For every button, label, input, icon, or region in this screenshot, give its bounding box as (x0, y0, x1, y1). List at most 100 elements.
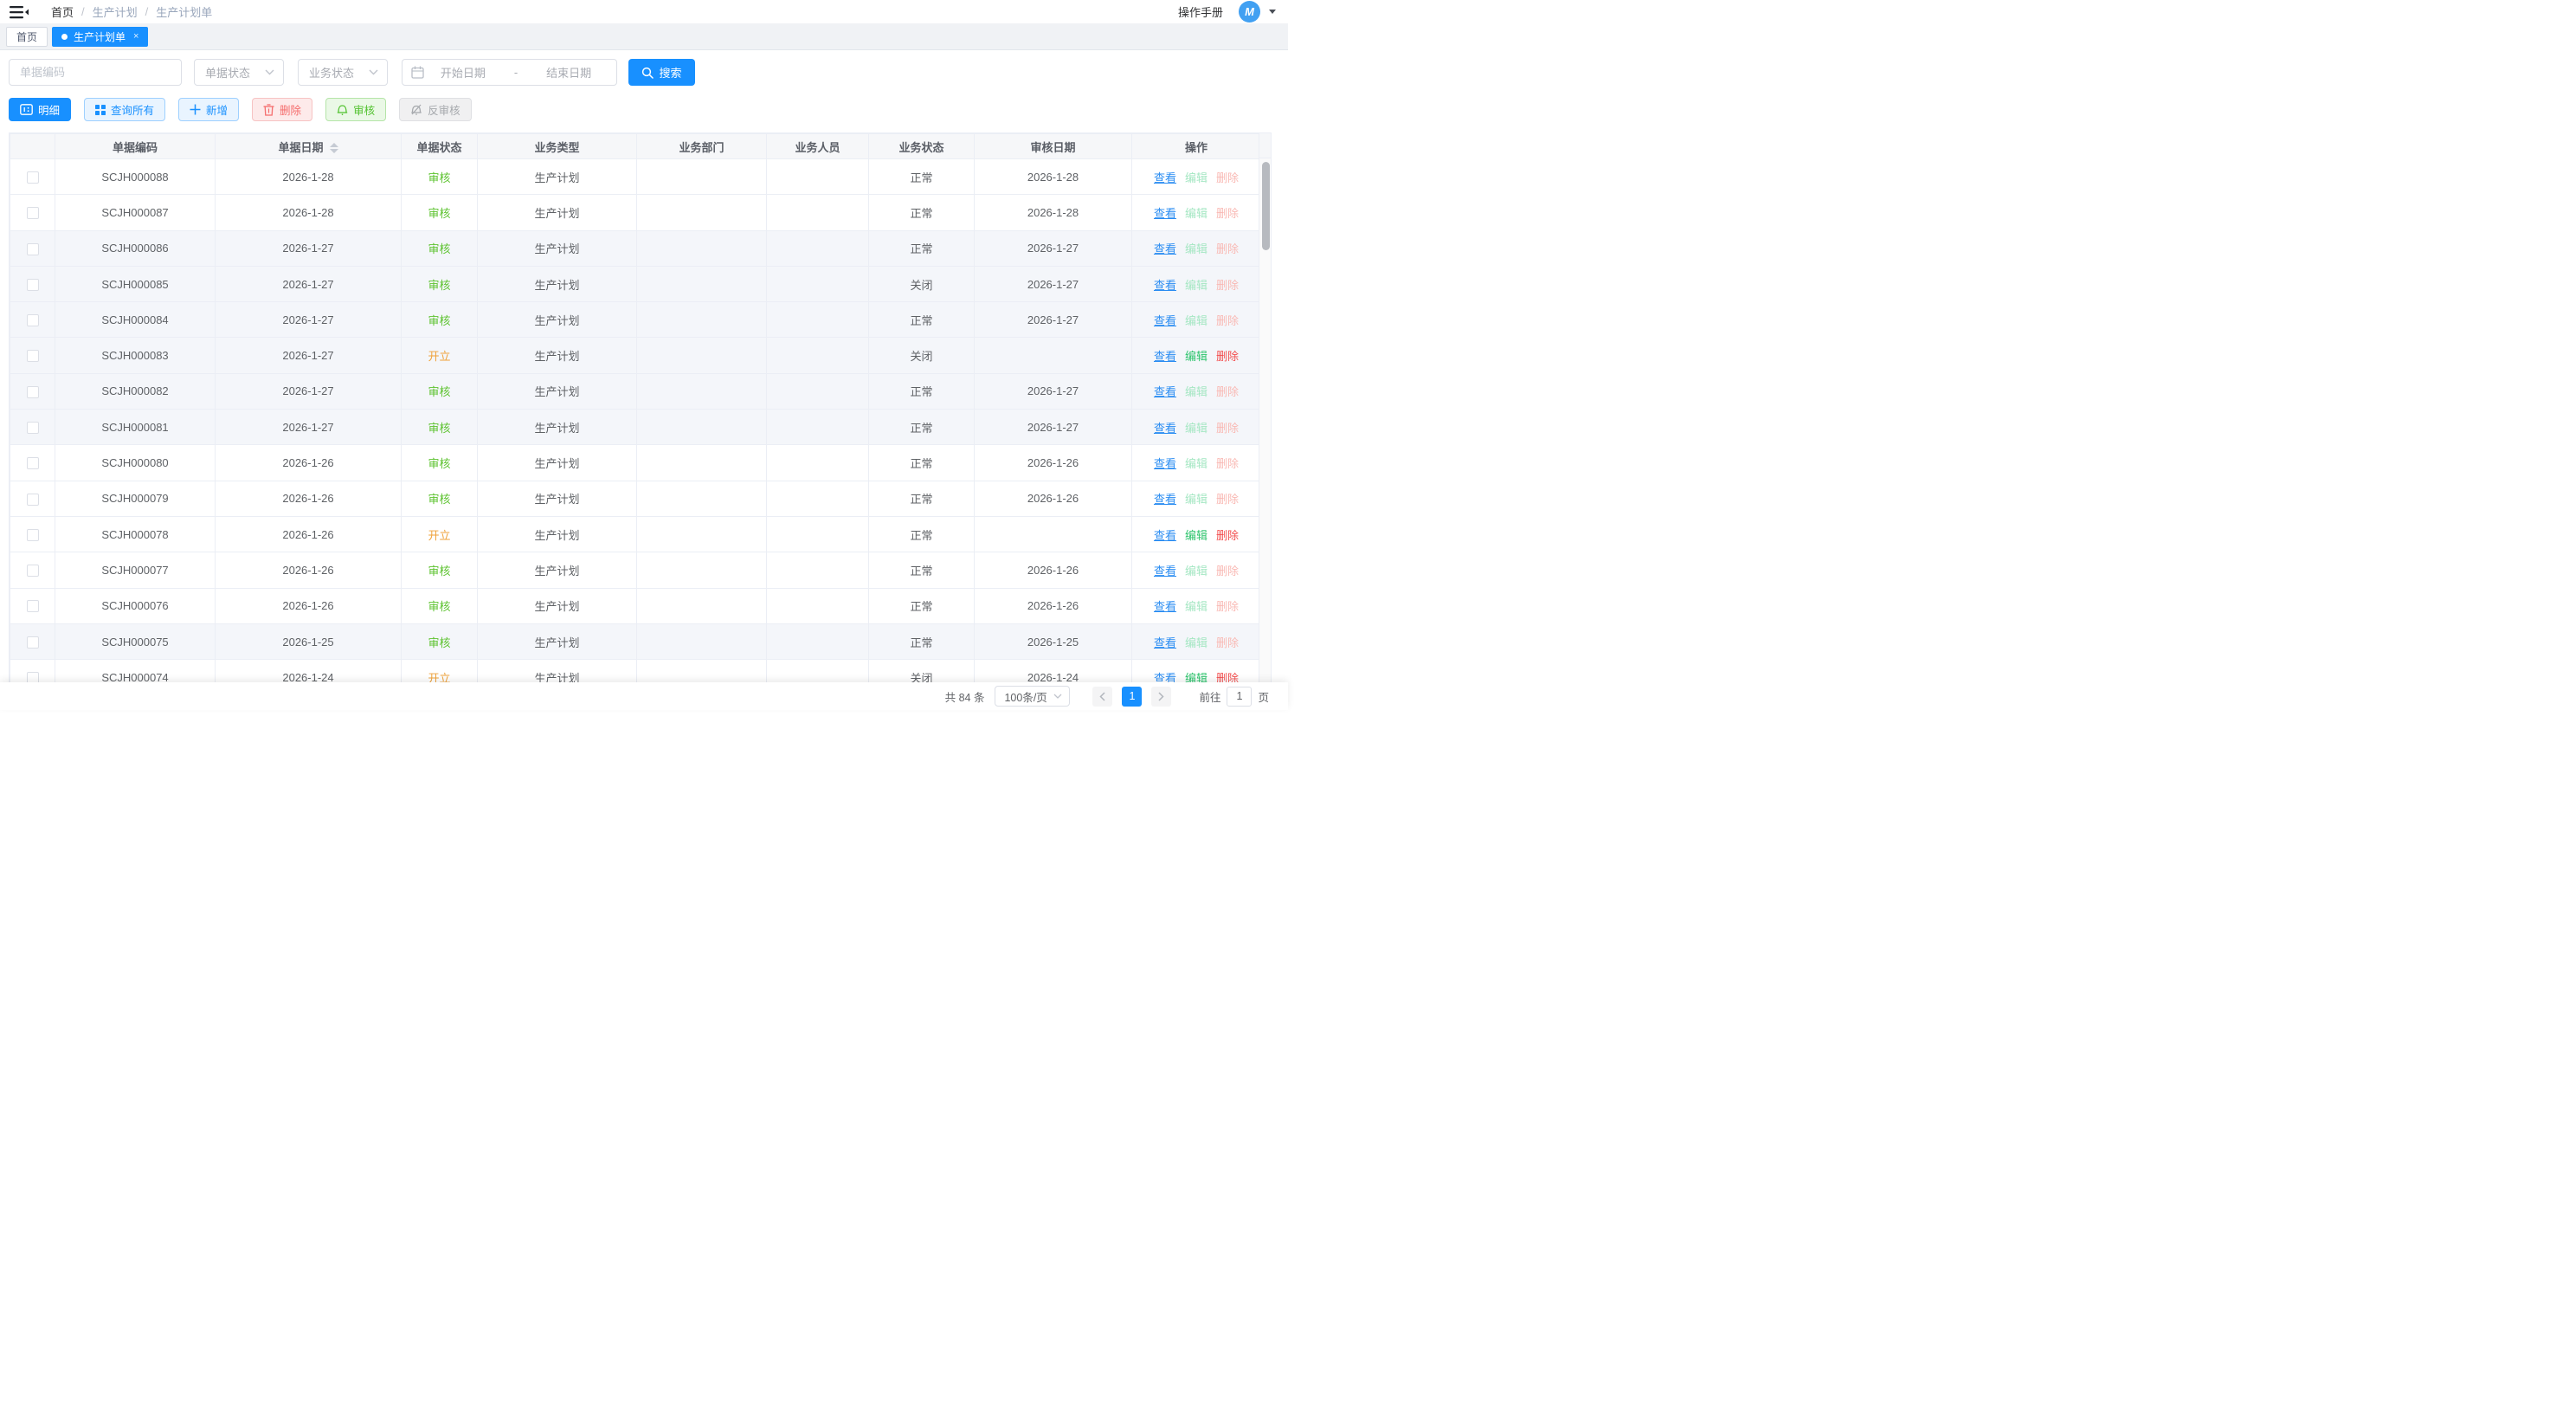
doc-date-cell: 2026-1-27 (216, 302, 402, 338)
view-link[interactable]: 查看 (1154, 242, 1176, 255)
view-link[interactable]: 查看 (1154, 565, 1176, 578)
view-link[interactable]: 查看 (1154, 457, 1176, 470)
delete-link[interactable]: 删除 (1216, 207, 1239, 220)
edit-link[interactable]: 编辑 (1185, 350, 1208, 363)
calendar-icon (411, 66, 424, 79)
detail-icon (20, 104, 33, 115)
delete-link[interactable]: 删除 (1216, 242, 1239, 255)
detail-button[interactable]: 明细 (9, 98, 71, 121)
audit-button[interactable]: 审核 (325, 98, 386, 121)
user-menu-caret-icon[interactable] (1269, 10, 1276, 14)
row-checkbox[interactable] (27, 422, 39, 434)
delete-button[interactable]: 删除 (252, 98, 312, 121)
doc-status-cell: 审核 (402, 302, 478, 338)
delete-link[interactable]: 删除 (1216, 457, 1239, 470)
edit-link[interactable]: 编辑 (1185, 171, 1208, 184)
sort-icon[interactable] (330, 143, 338, 153)
view-link[interactable]: 查看 (1154, 207, 1176, 220)
edit-link[interactable]: 编辑 (1185, 493, 1208, 506)
tab-production-plan-order[interactable]: 生产计划单 × (52, 27, 148, 47)
breadcrumb-production-plan[interactable]: 生产计划 (93, 3, 138, 20)
row-checkbox[interactable] (27, 565, 39, 577)
edit-link[interactable]: 编辑 (1185, 600, 1208, 613)
edit-link[interactable]: 编辑 (1185, 279, 1208, 292)
edit-link[interactable]: 编辑 (1185, 422, 1208, 435)
edit-link[interactable]: 编辑 (1185, 314, 1208, 327)
view-link[interactable]: 查看 (1154, 385, 1176, 398)
delete-link[interactable]: 删除 (1216, 493, 1239, 506)
view-link[interactable]: 查看 (1154, 600, 1176, 613)
date-start-placeholder[interactable]: 开始日期 (424, 64, 502, 81)
view-link[interactable]: 查看 (1154, 636, 1176, 649)
doc-date-cell: 2026-1-26 (216, 588, 402, 623)
delete-link[interactable]: 删除 (1216, 565, 1239, 578)
date-range-picker[interactable]: 开始日期 - 结束日期 (402, 59, 617, 86)
edit-link[interactable]: 编辑 (1185, 457, 1208, 470)
row-checkbox[interactable] (27, 529, 39, 541)
delete-link[interactable]: 删除 (1216, 385, 1239, 398)
row-checkbox[interactable] (27, 243, 39, 255)
view-link[interactable]: 查看 (1154, 350, 1176, 363)
breadcrumb-home[interactable]: 首页 (51, 3, 74, 20)
view-link[interactable]: 查看 (1154, 279, 1176, 292)
audit-date-cell (975, 516, 1132, 552)
delete-link[interactable]: 删除 (1216, 171, 1239, 184)
row-checkbox[interactable] (27, 494, 39, 506)
delete-link[interactable]: 删除 (1216, 279, 1239, 292)
row-checkbox[interactable] (27, 600, 39, 612)
query-all-button[interactable]: 查询所有 (84, 98, 165, 121)
search-button[interactable]: 搜索 (628, 59, 695, 86)
row-checkbox[interactable] (27, 314, 39, 326)
tab-home[interactable]: 首页 (6, 27, 48, 47)
table-row: SCJH0000792026-1-26审核生产计划正常2026-1-26查看编辑… (10, 481, 1261, 516)
edit-link[interactable]: 编辑 (1185, 385, 1208, 398)
view-link[interactable]: 查看 (1154, 529, 1176, 542)
biz-status-select[interactable]: 业务状态 (298, 59, 388, 86)
next-page-button[interactable] (1151, 687, 1171, 707)
row-checkbox[interactable] (27, 171, 39, 184)
doc-date-cell: 2026-1-26 (216, 552, 402, 588)
page-number-1[interactable]: 1 (1122, 687, 1142, 707)
scrollbar-thumb[interactable] (1262, 162, 1270, 250)
delete-link[interactable]: 删除 (1216, 422, 1239, 435)
operations-cell: 查看编辑删除 (1132, 338, 1261, 373)
tab-close-icon[interactable]: × (133, 31, 138, 42)
edit-link[interactable]: 编辑 (1185, 529, 1208, 542)
col-doc-date[interactable]: 单据日期 (216, 134, 402, 159)
row-checkbox[interactable] (27, 636, 39, 649)
operations-cell: 查看编辑删除 (1132, 373, 1261, 409)
prev-page-button[interactable] (1092, 687, 1112, 707)
operations-cell: 查看编辑删除 (1132, 516, 1261, 552)
delete-link[interactable]: 删除 (1216, 314, 1239, 327)
row-checkbox[interactable] (27, 279, 39, 291)
grid-icon (95, 105, 106, 115)
manual-link[interactable]: 操作手册 (1178, 3, 1223, 20)
row-checkbox[interactable] (27, 457, 39, 469)
add-button[interactable]: 新增 (178, 98, 239, 121)
delete-link[interactable]: 删除 (1216, 600, 1239, 613)
doc-status-select[interactable]: 单据状态 (194, 59, 284, 86)
delete-link[interactable]: 删除 (1216, 529, 1239, 542)
menu-fold-icon[interactable] (10, 5, 29, 19)
edit-link[interactable]: 编辑 (1185, 207, 1208, 220)
biz-type-cell: 生产计划 (478, 623, 637, 659)
view-link[interactable]: 查看 (1154, 422, 1176, 435)
view-link[interactable]: 查看 (1154, 314, 1176, 327)
row-checkbox[interactable] (27, 386, 39, 398)
avatar[interactable]: M (1239, 1, 1260, 23)
edit-link[interactable]: 编辑 (1185, 565, 1208, 578)
unaudit-button[interactable]: 反审核 (399, 98, 472, 121)
page-unit-label: 页 (1258, 688, 1269, 705)
view-link[interactable]: 查看 (1154, 493, 1176, 506)
date-end-placeholder[interactable]: 结束日期 (530, 64, 608, 81)
delete-link[interactable]: 删除 (1216, 636, 1239, 649)
goto-page-input[interactable] (1227, 687, 1252, 707)
edit-link[interactable]: 编辑 (1185, 636, 1208, 649)
row-checkbox[interactable] (27, 350, 39, 362)
delete-link[interactable]: 删除 (1216, 350, 1239, 363)
edit-link[interactable]: 编辑 (1185, 242, 1208, 255)
row-checkbox[interactable] (27, 207, 39, 219)
page-size-select[interactable]: 100条/页 (995, 686, 1070, 707)
view-link[interactable]: 查看 (1154, 171, 1176, 184)
doc-code-input[interactable] (10, 66, 181, 79)
